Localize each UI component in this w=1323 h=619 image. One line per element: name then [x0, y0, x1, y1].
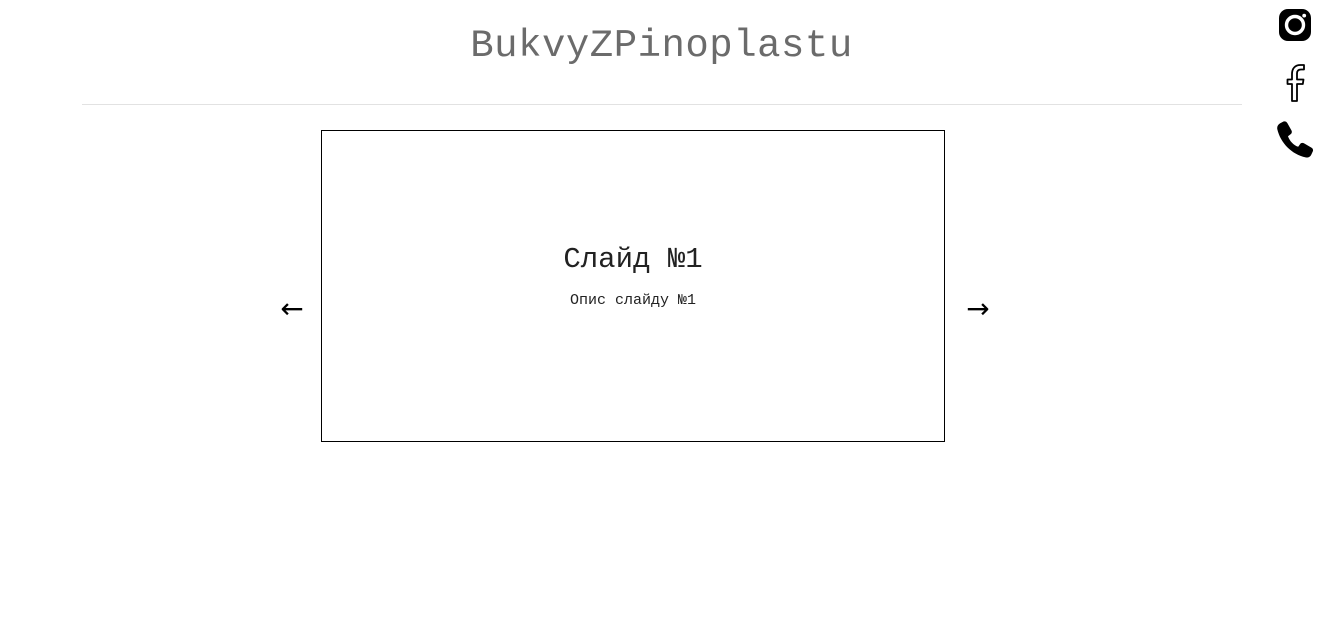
page: BukvyZPinoplastu ← Слайд №1 Опис слайду …: [0, 0, 1323, 619]
slide-description: Опис слайду №1: [569, 292, 697, 309]
slide-card: Слайд №1 Опис слайду №1: [321, 130, 945, 442]
instagram-link[interactable]: [1274, 4, 1316, 46]
phone-icon: [1277, 121, 1314, 158]
phone-link[interactable]: [1274, 118, 1316, 160]
next-slide-arrow[interactable]: →: [961, 292, 995, 326]
header-divider: [82, 104, 1242, 105]
facebook-link[interactable]: [1274, 61, 1316, 103]
social-links: [1274, 4, 1316, 175]
slide-title: Слайд №1: [563, 243, 703, 276]
instagram-icon: [1279, 9, 1311, 41]
site-title: BukvyZPinoplastu: [470, 24, 853, 68]
facebook-icon: [1286, 64, 1305, 102]
prev-slide-arrow[interactable]: ←: [275, 292, 309, 326]
